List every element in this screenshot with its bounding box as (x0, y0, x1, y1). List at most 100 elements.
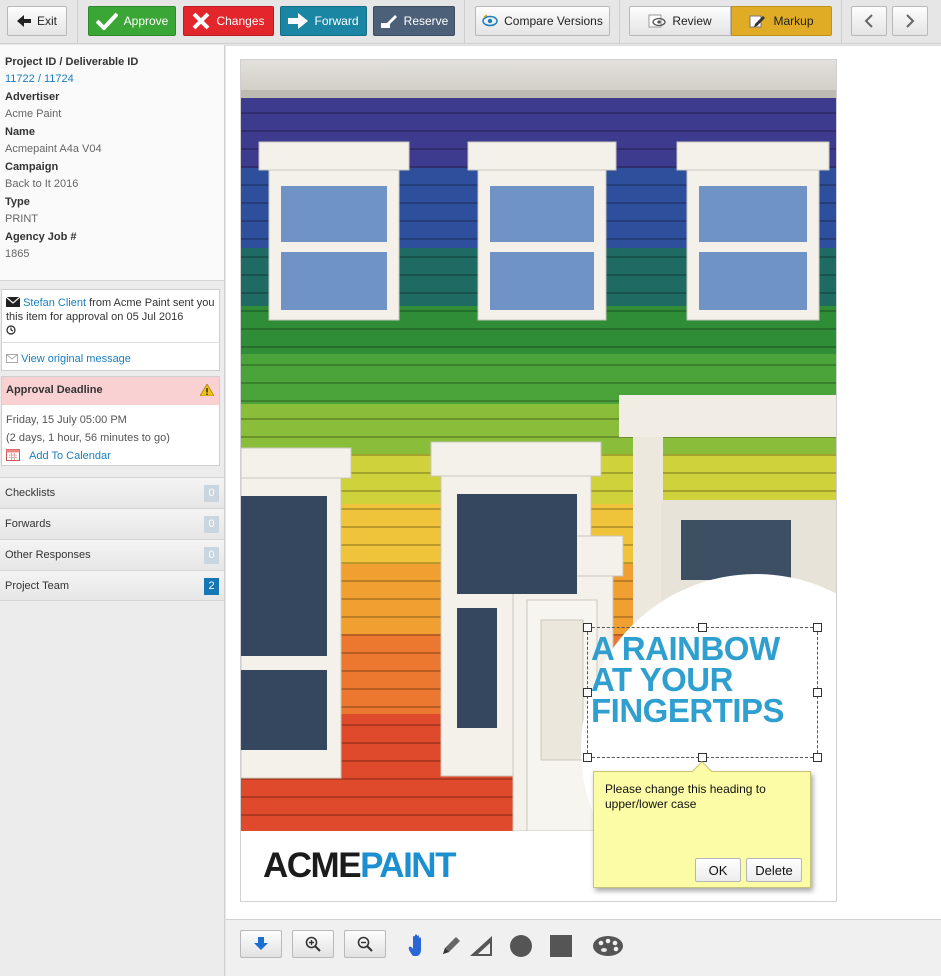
compare-label: Compare Versions (504, 14, 603, 28)
checklists-label: Checklists (5, 487, 56, 499)
download-button[interactable] (240, 930, 282, 958)
resize-handle[interactable] (698, 623, 707, 632)
comment-note: Please change this heading to upper/lowe… (593, 761, 811, 888)
markup-tab[interactable]: Markup (731, 6, 832, 36)
pencil-icon (443, 937, 460, 954)
proof-canvas[interactable]: ACMEPAINT A Rainbow at your fingertips (226, 45, 941, 919)
top-toolbar: Exit Approve Changes Forward Reserve Com… (0, 0, 941, 44)
reserve-icon (380, 15, 397, 28)
id-separator: / (34, 73, 44, 85)
logo-acme: ACME (263, 846, 362, 885)
resize-handle[interactable] (813, 623, 822, 632)
advertiser-value: Acme Paint (5, 108, 62, 120)
resize-handle[interactable] (583, 623, 592, 632)
forward-button[interactable]: Forward (280, 6, 367, 36)
agency-job-label: Agency Job # (5, 231, 77, 243)
other-responses-section[interactable]: Other Responses 0 (0, 539, 224, 570)
advertiser-label: Advertiser (5, 91, 60, 103)
reserve-button[interactable]: Reserve (373, 6, 455, 36)
previous-button[interactable] (851, 6, 887, 36)
toolbar-divider (619, 0, 620, 44)
sender-link[interactable]: Stefan Client (23, 297, 86, 309)
project-team-section[interactable]: Project Team 2 (0, 570, 224, 601)
sidebar: Project ID / Deliverable ID 11722 / 1172… (0, 45, 225, 976)
view-original-row: View original message (2, 342, 219, 365)
comment-text[interactable]: Please change this heading to upper/lowe… (605, 782, 795, 812)
ruler-tool[interactable] (468, 933, 494, 959)
approve-label: Approve (123, 14, 169, 28)
approval-deadline: Approval Deadline Friday, 15 July 05:00 … (1, 376, 220, 466)
forward-arrow-icon (288, 13, 309, 29)
deadline-body: Friday, 15 July 05:00 PM (2 days, 1 hour… (2, 405, 219, 465)
forwards-count: 0 (204, 516, 219, 533)
approve-button[interactable]: Approve (88, 6, 176, 36)
calendar-icon (6, 449, 20, 461)
check-icon (95, 12, 118, 30)
project-details: Project ID / Deliverable ID 11722 / 1172… (0, 45, 224, 281)
logo-paint: PAINT (360, 846, 456, 885)
rectangle-tool[interactable] (548, 933, 574, 959)
pencil-tool[interactable] (438, 933, 464, 959)
x-icon (193, 12, 210, 30)
zoom-in-icon (305, 936, 321, 952)
changes-button[interactable]: Changes (183, 6, 274, 36)
markup-toolbar (226, 919, 941, 976)
zoom-out-button[interactable] (344, 930, 386, 958)
forwards-section[interactable]: Forwards 0 (0, 508, 224, 539)
other-responses-label: Other Responses (5, 549, 91, 561)
circle-tool[interactable] (508, 933, 534, 959)
toolbar-divider (841, 0, 842, 44)
toolbar-divider (464, 0, 465, 44)
compare-eye-icon (482, 14, 498, 27)
toolbar-divider (77, 0, 78, 44)
view-original-link[interactable]: View original message (21, 353, 131, 365)
forwards-label: Forwards (5, 518, 51, 530)
resize-handle[interactable] (583, 753, 592, 762)
add-to-calendar-link[interactable]: Add To Calendar (29, 450, 111, 462)
markup-pencil-icon (749, 15, 766, 28)
checklists-count: 0 (204, 485, 219, 502)
chevron-right-icon (906, 14, 915, 28)
deadline-header: Approval Deadline (2, 377, 219, 405)
deliverable-id-link[interactable]: 11724 (44, 73, 74, 85)
type-label: Type (5, 196, 30, 208)
resize-handle[interactable] (813, 753, 822, 762)
name-value: Acmepaint A4a V04 (5, 143, 102, 155)
deadline-remaining: (2 days, 1 hour, 56 minutes to go) (6, 432, 170, 444)
headline-selection-box[interactable] (583, 623, 822, 762)
circle-icon (510, 935, 532, 957)
review-label: Review (672, 14, 712, 28)
campaign-value: Back to It 2016 (5, 178, 79, 190)
zoom-in-button[interactable] (292, 930, 334, 958)
ruler-icon (470, 936, 492, 956)
reserve-label: Reserve (403, 14, 449, 28)
hand-tool[interactable] (404, 933, 430, 959)
add-calendar-row: Add To Calendar (6, 447, 215, 465)
project-team-count: 2 (204, 578, 219, 595)
type-value: PRINT (5, 213, 38, 225)
ok-button[interactable]: OK (695, 858, 741, 882)
compare-versions-button[interactable]: Compare Versions (475, 6, 610, 36)
resize-handle[interactable] (813, 688, 822, 697)
campaign-label: Campaign (5, 161, 59, 173)
clock-icon (6, 325, 16, 335)
resize-handle[interactable] (583, 688, 592, 697)
exit-button[interactable]: Exit (7, 6, 67, 36)
download-icon (254, 937, 268, 950)
delete-button[interactable]: Delete (746, 858, 802, 882)
color-palette-tool[interactable] (592, 933, 624, 959)
envelope-icon (5, 296, 21, 307)
project-team-label: Project Team (5, 580, 69, 592)
exit-label: Exit (36, 14, 57, 28)
zoom-out-icon (357, 936, 373, 952)
next-button[interactable] (892, 6, 928, 36)
name-label: Name (5, 126, 35, 138)
project-id-link[interactable]: 11722 (5, 73, 35, 85)
deadline-title: Approval Deadline (6, 384, 103, 396)
review-tab[interactable]: Review (629, 6, 731, 36)
checklists-section[interactable]: Checklists 0 (0, 477, 224, 508)
back-arrow-icon (16, 15, 31, 27)
hand-icon (408, 934, 421, 956)
acme-paint-logo: ACMEPAINT (263, 846, 456, 886)
deadline-date: Friday, 15 July 05:00 PM (6, 414, 127, 426)
